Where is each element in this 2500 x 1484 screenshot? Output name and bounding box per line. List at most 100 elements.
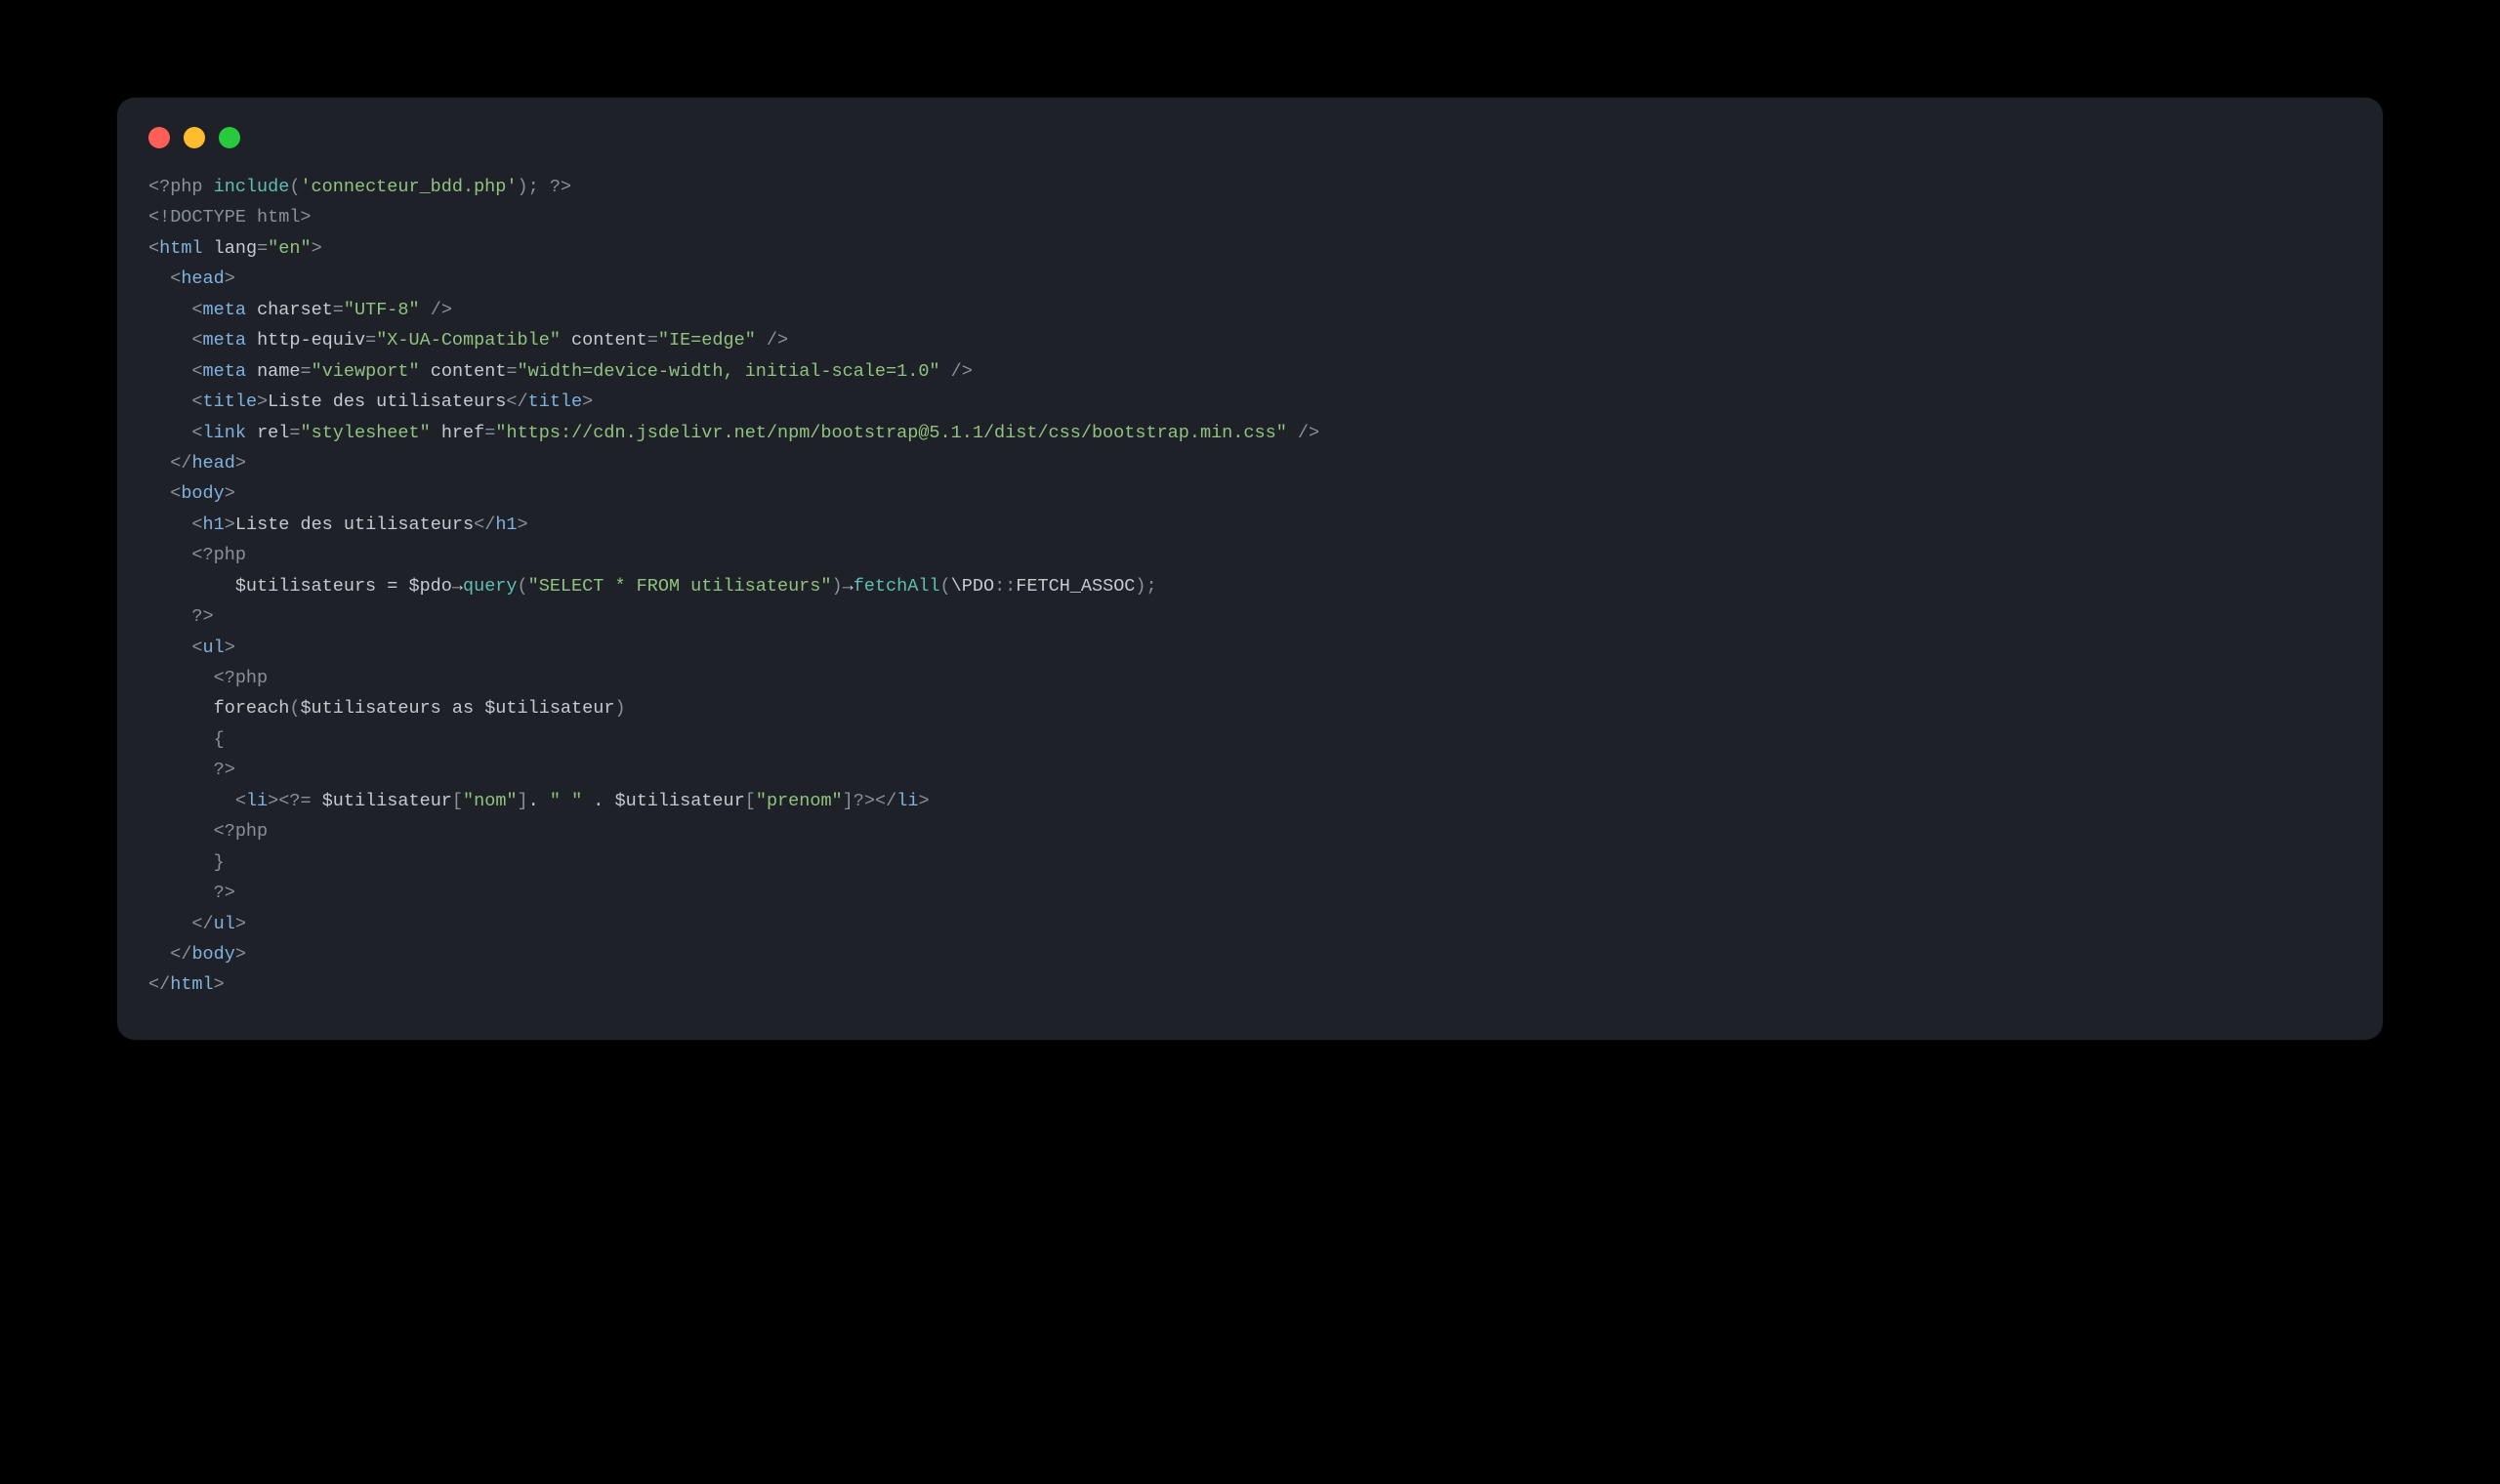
code-line: <link rel="stylesheet" href="https://cdn… — [148, 423, 1319, 443]
code-token: html — [159, 238, 202, 259]
code-token: head — [191, 453, 234, 474]
code-token: "width=device-width, initial-scale=1.0" — [518, 361, 940, 382]
code-line: } — [148, 852, 225, 873]
code-token: h1 — [203, 515, 225, 535]
code-token: foreach — [214, 698, 290, 719]
code-block[interactable]: <?php include('connecteur_bdd.php'); ?> … — [148, 172, 2352, 1001]
titlebar — [148, 125, 2352, 172]
code-token — [148, 483, 170, 504]
code-token — [148, 423, 191, 443]
code-token: ) — [614, 698, 625, 719]
code-line: ?> — [148, 760, 235, 780]
code-token: "stylesheet" — [300, 423, 430, 443]
code-token: > — [225, 483, 235, 504]
code-token: "nom" — [463, 791, 518, 811]
code-line: </head> — [148, 453, 246, 474]
code-line: <ul> — [148, 638, 235, 658]
code-token: title — [528, 392, 583, 412]
code-token: = — [289, 423, 300, 443]
code-token: = — [376, 576, 408, 597]
editor-window: <?php include('connecteur_bdd.php'); ?> … — [117, 98, 2383, 1040]
code-token: head — [181, 268, 224, 289]
code-token: → — [452, 576, 463, 597]
code-line: <h1>Liste des utilisateurs</h1> — [148, 515, 528, 535]
code-token: ( — [289, 177, 300, 197]
code-token: http-equiv — [257, 330, 365, 350]
code-token: "IE=edge" — [658, 330, 756, 350]
code-line: foreach($utilisateurs as $utilisateur) — [148, 698, 626, 719]
code-token: include — [214, 177, 290, 197]
code-token: /> — [940, 361, 973, 382]
code-line: <?php — [148, 545, 246, 565]
code-token: rel — [257, 423, 289, 443]
code-token: \PDO — [951, 576, 994, 597]
code-token — [148, 638, 191, 658]
code-token: lang — [214, 238, 257, 259]
code-token — [148, 268, 170, 289]
code-token: → — [843, 576, 854, 597]
code-token: </ — [474, 515, 495, 535]
code-token: > — [312, 238, 322, 259]
code-token — [148, 729, 214, 750]
code-token: title — [203, 392, 258, 412]
code-token: html — [170, 974, 213, 995]
code-token: < — [191, 361, 202, 382]
code-token: $utilisateur — [615, 791, 745, 811]
code-token: <!DOCTYPE html> — [148, 207, 312, 227]
code-token: "UTF-8" — [344, 300, 420, 320]
code-token — [148, 791, 235, 811]
code-line: <head> — [148, 268, 235, 289]
code-token: </ — [506, 392, 527, 412]
code-token: </ — [170, 453, 191, 474]
code-token: <?php — [191, 545, 246, 565]
code-token: > — [235, 914, 246, 934]
code-line: ?> — [148, 606, 214, 627]
code-token — [246, 361, 257, 382]
code-token: < — [235, 791, 246, 811]
code-token: <?= — [278, 791, 311, 811]
code-token — [203, 177, 214, 197]
code-token — [246, 330, 257, 350]
code-token — [203, 238, 214, 259]
code-token: < — [191, 392, 202, 412]
code-token: content — [571, 330, 647, 350]
code-token: query — [463, 576, 518, 597]
code-token: </ — [191, 914, 213, 934]
code-token: = — [647, 330, 658, 350]
code-token: ); — [518, 177, 550, 197]
code-line: <meta http-equiv="X-UA-Compatible" conte… — [148, 330, 788, 350]
code-token: = — [484, 423, 495, 443]
code-token: = — [333, 300, 344, 320]
code-token: { — [214, 729, 225, 750]
code-token: > — [518, 515, 528, 535]
code-line: </body> — [148, 944, 246, 965]
code-token — [148, 392, 191, 412]
code-token: ); — [1135, 576, 1156, 597]
code-token: :: — [994, 576, 1016, 597]
close-icon[interactable] — [148, 127, 170, 148]
minimize-icon[interactable] — [184, 127, 205, 148]
code-line: <?php — [148, 668, 268, 688]
code-token: > — [225, 268, 235, 289]
code-token: "prenom" — [756, 791, 843, 811]
code-line: </html> — [148, 974, 225, 995]
code-token: . — [582, 791, 614, 811]
code-token: > — [225, 638, 235, 658]
code-token — [420, 361, 431, 382]
code-token: < — [191, 330, 202, 350]
code-token: < — [191, 638, 202, 658]
code-token: $utilisateur — [322, 791, 452, 811]
code-token: [ — [745, 791, 756, 811]
code-token — [148, 914, 191, 934]
code-token: ?> — [550, 177, 571, 197]
zoom-icon[interactable] — [219, 127, 240, 148]
code-token — [148, 515, 191, 535]
code-line: { — [148, 729, 225, 750]
code-token — [431, 423, 441, 443]
code-token: "viewport" — [312, 361, 420, 382]
code-token: href — [441, 423, 484, 443]
code-token: ( — [289, 698, 300, 719]
code-token: </ — [148, 974, 170, 995]
code-token: = — [506, 361, 517, 382]
code-token: > — [918, 791, 929, 811]
